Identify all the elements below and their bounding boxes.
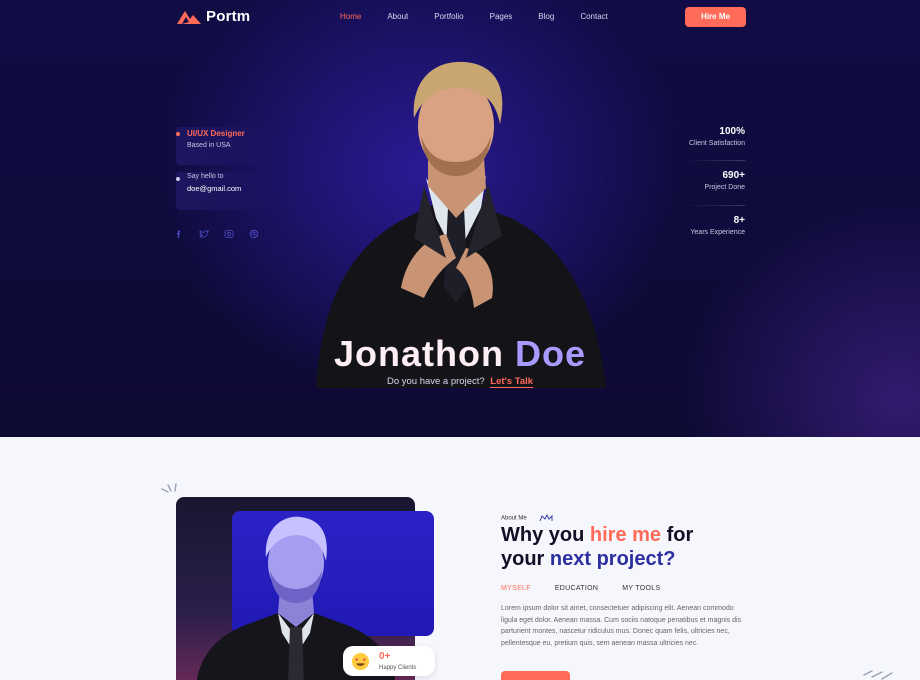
- last-name: Doe: [514, 333, 586, 374]
- headline-highlight: hire me: [589, 524, 662, 546]
- about-section: 0+ Happy Clients About Me Why you hire m…: [0, 437, 920, 680]
- stat-satisfaction: 100% Client Satisfaction: [689, 126, 745, 147]
- contact-card: Say hello to doe@gmail.com: [176, 172, 281, 210]
- about-eyebrow-text: About Me: [501, 515, 527, 522]
- heart-eyes-emoji-icon: [351, 652, 370, 671]
- about-paragraph: Lorem ipsum dolor sit amet, consectetuer…: [501, 605, 742, 647]
- stat-value: 100%: [719, 126, 745, 137]
- about-headline: Why you hire me for your next project?: [501, 523, 781, 571]
- happy-clients-label: Happy Clients: [379, 665, 417, 671]
- nav-contact[interactable]: Contact: [580, 12, 608, 21]
- brand-name: Portm: [206, 8, 251, 25]
- stat-label: Years Experience: [690, 229, 745, 236]
- stat-label: Client Satisfaction: [688, 140, 745, 147]
- twitter-icon[interactable]: [199, 229, 209, 239]
- logo-icon: [177, 10, 201, 24]
- nav-about[interactable]: About: [387, 12, 408, 21]
- hero-section: Portm Home About Portfolio Pages Blog Co…: [0, 0, 920, 437]
- tab-education[interactable]: EDUCATION: [555, 585, 598, 592]
- nav-home[interactable]: Home: [340, 12, 361, 21]
- decor-lines-icon: [161, 483, 177, 493]
- instagram-icon[interactable]: [224, 229, 234, 239]
- say-hello-label: Say hello to: [187, 173, 224, 180]
- facebook-icon[interactable]: [174, 229, 184, 239]
- dribbble-icon[interactable]: [249, 229, 259, 239]
- headline-highlight: next project?: [549, 548, 676, 570]
- stat-divider: [685, 160, 745, 161]
- happy-clients-count: 0+: [379, 651, 391, 662]
- headline-part: Why you: [501, 524, 590, 546]
- email-link[interactable]: doe@gmail.com: [187, 184, 241, 193]
- nav-portfolio[interactable]: Portfolio: [434, 12, 463, 21]
- happy-clients-badge: 0+ Happy Clients: [343, 646, 435, 676]
- stat-value: 8+: [733, 215, 745, 226]
- about-eyebrow: About Me: [501, 513, 554, 523]
- crown-doodle-icon: [539, 513, 553, 522]
- tab-my-tools[interactable]: MY TOOLS: [622, 585, 660, 592]
- hire-me-button[interactable]: Hire Me: [685, 7, 746, 27]
- stat-value: 690+: [722, 170, 745, 181]
- role-title: UI/UX Designer: [187, 129, 245, 138]
- stat-label: Project Done: [704, 184, 745, 191]
- about-cta-button[interactable]: [501, 671, 570, 680]
- social-links: [174, 229, 274, 239]
- role-card: UI/UX Designer Based in USA: [176, 127, 281, 165]
- contact-dot: [176, 177, 180, 181]
- tagline-text: Do you have a project?: [386, 376, 485, 387]
- tab-myself[interactable]: MYSELF: [501, 585, 531, 592]
- role-dot: [176, 132, 180, 136]
- lets-talk-link[interactable]: Let's Talk: [490, 376, 534, 388]
- role-location: Based in USA: [187, 142, 231, 149]
- about-tabs: MYSELF EDUCATION MY TOOLS: [501, 585, 684, 592]
- nav-pages[interactable]: Pages: [490, 12, 513, 21]
- top-navbar: Portm Home About Portfolio Pages Blog Co…: [0, 0, 920, 34]
- stat-experience: 8+ Years Experience: [690, 215, 745, 236]
- main-menu: Home About Portfolio Pages Blog Contact: [340, 12, 634, 21]
- stat-projects: 690+ Project Done: [705, 170, 745, 191]
- hero-name: Jonathon Doe: [0, 333, 920, 375]
- hero-tagline: Do you have a project? Let's Talk: [0, 376, 920, 388]
- nav-blog[interactable]: Blog: [538, 12, 554, 21]
- first-name: Jonathon: [333, 333, 504, 374]
- stat-divider: [685, 205, 745, 206]
- logo[interactable]: Portm: [176, 8, 250, 25]
- decor-lines-icon: [863, 670, 893, 680]
- headline-part: your: [501, 548, 550, 570]
- headline-part: for: [661, 524, 694, 546]
